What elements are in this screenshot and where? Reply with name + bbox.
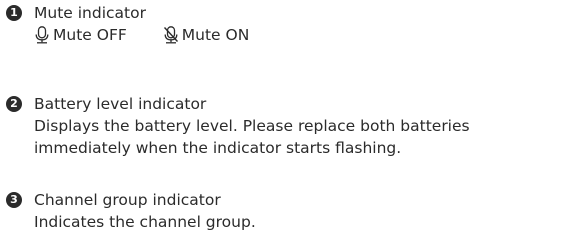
- item-number-badge: 3: [6, 192, 22, 208]
- mute-on-entry: Mute ON: [163, 24, 250, 46]
- item-number-badge: 1: [6, 5, 22, 21]
- mute-off-entry: Mute OFF: [34, 24, 127, 46]
- microphone-icon: [35, 26, 49, 44]
- item-title: Mute indicator: [34, 4, 146, 22]
- item-number-badge: 2: [6, 96, 22, 112]
- mute-states-row: Mute OFF Mute ON: [34, 24, 249, 46]
- item-description-line: Displays the battery level. Please repla…: [34, 117, 470, 135]
- item-title: Battery level indicator: [34, 95, 207, 113]
- item-title: Channel group indicator: [34, 191, 221, 209]
- mute-off-label: Mute OFF: [53, 26, 127, 44]
- item-description-line: immediately when the indicator starts fl…: [34, 139, 402, 157]
- mute-on-label: Mute ON: [181, 26, 250, 44]
- item-description-line: Indicates the channel group.: [34, 213, 256, 231]
- microphone-muted-icon: [163, 26, 178, 44]
